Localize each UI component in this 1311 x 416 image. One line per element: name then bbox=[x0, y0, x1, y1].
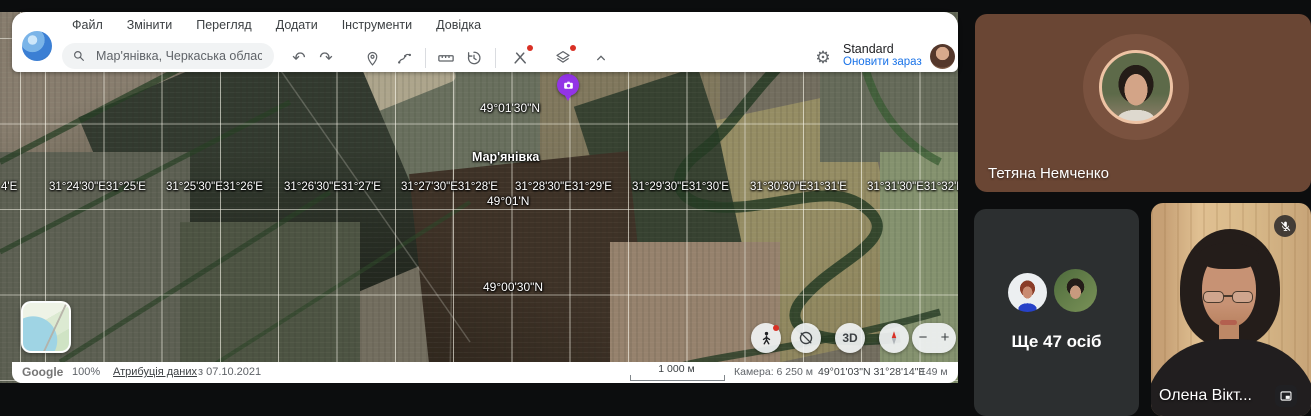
participant-video bbox=[1199, 243, 1259, 269]
placemark-icon bbox=[364, 50, 381, 67]
chevron-up-icon bbox=[593, 50, 609, 66]
imagery-date: з 07.10.2021 bbox=[198, 362, 261, 383]
fullscreen-button[interactable] bbox=[1275, 385, 1297, 407]
menu-item-4[interactable]: Інструменти bbox=[342, 18, 412, 32]
longitude-label: 4'E bbox=[1, 181, 17, 193]
longitude-label: 31°26'30"E31°27'E bbox=[284, 181, 381, 193]
pegman-button[interactable] bbox=[751, 323, 781, 353]
plan-label: Standard bbox=[843, 43, 922, 56]
google-earth-logo[interactable] bbox=[22, 31, 52, 61]
screen: 4'E 31°24'30"E31°25'E 31°25'30"E31°26'E 31°… bbox=[0, 0, 1311, 416]
longitude-label: 31°25'30"E31°26'E bbox=[166, 181, 263, 193]
account-avatar[interactable] bbox=[930, 44, 955, 69]
participant-avatar bbox=[1008, 273, 1047, 312]
scale-bar bbox=[630, 375, 725, 381]
camera-altitude: Камера: 6 250 м bbox=[734, 362, 813, 383]
photo-marker[interactable] bbox=[557, 74, 579, 102]
longitude-label: 31°24'30"E31°25'E bbox=[49, 181, 146, 193]
participant-name: Олена Вікт... bbox=[1159, 387, 1252, 405]
collapse-toolbar-button[interactable] bbox=[590, 47, 612, 69]
menu-item-1[interactable]: Змінити bbox=[127, 18, 173, 32]
placemark-button[interactable] bbox=[361, 47, 383, 69]
participant-tile-tetyana[interactable]: Тетяна Немченко bbox=[975, 14, 1311, 192]
menu-item-2[interactable]: Перегляд bbox=[196, 18, 251, 32]
3d-toggle-button[interactable]: 3D bbox=[835, 323, 865, 353]
menu-item-0[interactable]: Файл bbox=[72, 18, 103, 32]
ruler-icon bbox=[437, 49, 455, 67]
camera-icon bbox=[557, 74, 579, 96]
redo-button[interactable]: ↷ bbox=[315, 47, 337, 69]
longitude-label: 31°27'30"E31°28'E bbox=[401, 181, 498, 193]
place-label: Мар'янівка bbox=[472, 150, 539, 164]
longitude-label: 31°28'30"E31°29'E bbox=[515, 181, 612, 193]
longitude-label: 31°29'30"E31°30'E bbox=[632, 181, 729, 193]
pegman-icon bbox=[758, 330, 775, 347]
cursor-coordinates: 49°01'03"N 31°28'14"E bbox=[818, 362, 925, 383]
elevation: 149 м bbox=[920, 362, 948, 383]
search-icon bbox=[72, 49, 86, 63]
participant-avatar bbox=[1099, 50, 1173, 124]
notification-dot bbox=[527, 45, 533, 51]
latitude-label: 49°01'N bbox=[487, 194, 529, 208]
pip-icon bbox=[1279, 389, 1293, 403]
scale-label: 1 000 м bbox=[630, 363, 723, 375]
notification-dot bbox=[570, 45, 576, 51]
divider bbox=[495, 48, 496, 68]
participant-video bbox=[1202, 291, 1256, 304]
mic-muted-indicator bbox=[1274, 215, 1296, 237]
history-button[interactable] bbox=[463, 47, 485, 69]
menu-item-3[interactable]: Додати bbox=[276, 18, 318, 32]
path-icon bbox=[396, 50, 413, 67]
zoom-in-button[interactable]: + bbox=[934, 323, 956, 353]
zoom-control[interactable]: − + bbox=[912, 323, 956, 353]
attribution-link[interactable]: Атрибуція даних bbox=[113, 362, 197, 383]
zoom-out-button[interactable]: − bbox=[912, 323, 934, 353]
earth-header: Файл Змінити Перегляд Додати Інструменти Дові… bbox=[12, 12, 958, 72]
layers-icon bbox=[554, 49, 572, 67]
more-participants-count: Ще 47 осіб bbox=[974, 332, 1139, 352]
gear-icon: ⚙ bbox=[815, 48, 830, 68]
longitude-label: 31°30'30"E31°31'E bbox=[750, 181, 847, 193]
participant-tile-olena[interactable]: Олена Вікт... bbox=[1151, 203, 1311, 416]
undo-button[interactable]: ↶ bbox=[288, 47, 310, 69]
search-input[interactable] bbox=[94, 48, 264, 64]
divider bbox=[425, 48, 426, 68]
menu-bar: Файл Змінити Перегляд Додати Інструменти Дові… bbox=[72, 15, 481, 35]
map-style-toggle[interactable] bbox=[21, 301, 71, 353]
layers-button[interactable] bbox=[552, 47, 574, 69]
participant-avatar bbox=[1054, 269, 1097, 312]
latitude-label: 49°01'30"N bbox=[480, 101, 540, 115]
path-button[interactable] bbox=[393, 47, 415, 69]
location-off-icon bbox=[797, 329, 815, 347]
zoom-percent: 100% bbox=[72, 362, 100, 383]
update-link[interactable]: Оновити зараз bbox=[843, 56, 922, 69]
draw-tools-icon bbox=[511, 49, 529, 67]
subscription-block[interactable]: Standard Оновити зараз bbox=[843, 43, 922, 69]
marker-tail bbox=[564, 94, 572, 101]
search-box[interactable] bbox=[62, 43, 274, 69]
redo-icon: ↷ bbox=[319, 48, 332, 68]
draw-tools-button[interactable] bbox=[509, 47, 531, 69]
location-off-button[interactable] bbox=[791, 323, 821, 353]
compass-icon bbox=[885, 329, 903, 347]
status-bar: Google 100% Атрибуція даних з 07.10.2021… bbox=[12, 362, 958, 383]
measure-button[interactable] bbox=[435, 47, 457, 69]
compass-button[interactable] bbox=[879, 323, 909, 353]
undo-icon: ↶ bbox=[292, 48, 305, 68]
settings-button[interactable]: ⚙ bbox=[812, 47, 834, 69]
notification-dot bbox=[773, 325, 779, 331]
participant-name: Тетяна Немченко bbox=[988, 165, 1109, 182]
mic-off-icon bbox=[1279, 220, 1292, 233]
3d-label: 3D bbox=[842, 331, 857, 345]
latitude-label: 49°00'30"N bbox=[483, 280, 543, 294]
menu-item-5[interactable]: Довідка bbox=[436, 18, 481, 32]
longitude-label: 31°31'30"E31°32'E bbox=[867, 181, 958, 193]
google-logo: Google bbox=[22, 362, 63, 383]
more-participants-tile[interactable]: Ще 47 осіб bbox=[974, 209, 1139, 416]
history-icon bbox=[465, 49, 483, 67]
